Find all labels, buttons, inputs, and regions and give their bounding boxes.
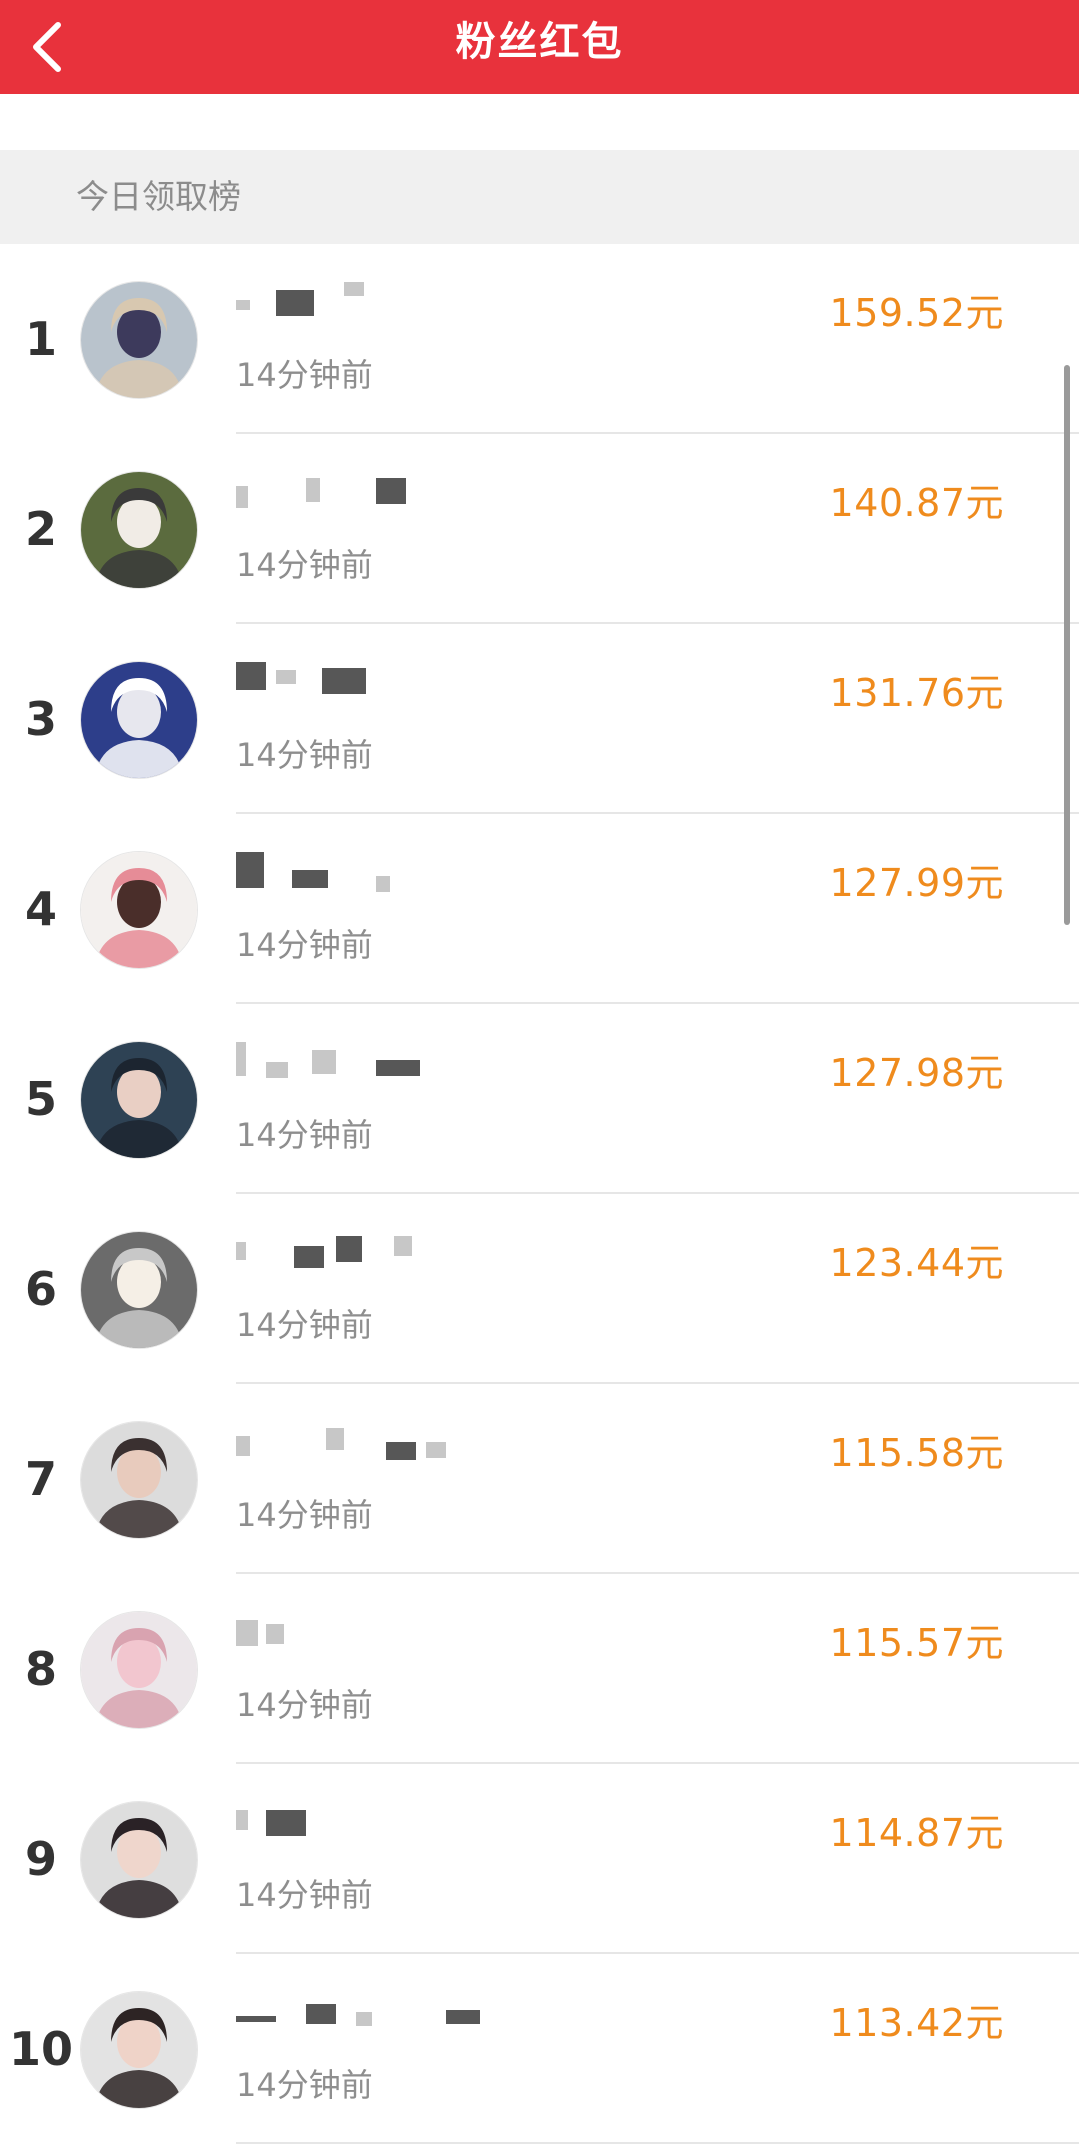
app-header: 粉丝红包 bbox=[0, 0, 1079, 94]
time-label: 14分钟前 bbox=[236, 736, 373, 774]
username-pixelated bbox=[236, 852, 536, 902]
list-item[interactable]: 5 14分钟前 127.98元 bbox=[0, 1004, 1079, 1194]
rank-number: 3 bbox=[24, 692, 57, 746]
username-pixelated bbox=[236, 472, 536, 522]
avatar[interactable] bbox=[80, 1801, 198, 1919]
time-label: 14分钟前 bbox=[236, 2066, 373, 2104]
amount: 127.98元 bbox=[829, 1051, 1004, 1095]
list-item[interactable]: 9 14分钟前 114.87元 bbox=[0, 1764, 1079, 1954]
amount: 140.87元 bbox=[829, 481, 1004, 525]
avatar[interactable] bbox=[80, 1041, 198, 1159]
avatar[interactable] bbox=[80, 1611, 198, 1729]
time-label: 14分钟前 bbox=[236, 546, 373, 584]
avatar[interactable] bbox=[80, 661, 198, 779]
rank-number: 5 bbox=[24, 1072, 57, 1126]
avatar[interactable] bbox=[80, 1991, 198, 2109]
time-label: 14分钟前 bbox=[236, 1306, 373, 1344]
ranking-list: 1 14分钟前 159.52元 2 14分钟前 140.87元 3 14分钟前 131.76元 4… bbox=[0, 244, 1079, 2144]
list-item[interactable]: 2 14分钟前 140.87元 bbox=[0, 434, 1079, 624]
amount: 113.42元 bbox=[829, 2001, 1004, 2045]
amount: 114.87元 bbox=[829, 1811, 1004, 1855]
list-item[interactable]: 1 14分钟前 159.52元 bbox=[0, 244, 1079, 434]
scrollbar[interactable] bbox=[1064, 365, 1070, 925]
avatar[interactable] bbox=[80, 471, 198, 589]
list-item[interactable]: 3 14分钟前 131.76元 bbox=[0, 624, 1079, 814]
avatar[interactable] bbox=[80, 281, 198, 399]
rank-number: 6 bbox=[24, 1262, 57, 1316]
amount: 159.52元 bbox=[829, 291, 1004, 335]
username-pixelated bbox=[236, 1042, 536, 1092]
username-pixelated bbox=[236, 662, 536, 712]
username-pixelated bbox=[236, 1992, 536, 2042]
avatar[interactable] bbox=[80, 1421, 198, 1539]
username-pixelated bbox=[236, 1422, 536, 1472]
section-title: 今日领取榜 bbox=[76, 177, 241, 216]
list-item[interactable]: 8 14分钟前 115.57元 bbox=[0, 1574, 1079, 1764]
list-item[interactable]: 6 14分钟前 123.44元 bbox=[0, 1194, 1079, 1384]
rank-number: 2 bbox=[24, 502, 57, 556]
rank-number: 1 bbox=[24, 312, 57, 366]
avatar[interactable] bbox=[80, 1231, 198, 1349]
rank-number: 8 bbox=[24, 1642, 57, 1696]
amount: 131.76元 bbox=[829, 671, 1004, 715]
time-label: 14分钟前 bbox=[236, 1496, 373, 1534]
time-label: 14分钟前 bbox=[236, 1876, 373, 1914]
amount: 123.44元 bbox=[829, 1241, 1004, 1285]
time-label: 14分钟前 bbox=[236, 1686, 373, 1724]
rank-number: 9 bbox=[24, 1832, 57, 1886]
time-label: 14分钟前 bbox=[236, 1116, 373, 1154]
username-pixelated bbox=[236, 282, 536, 332]
page-title: 粉丝红包 bbox=[455, 19, 624, 65]
username-pixelated bbox=[236, 1802, 536, 1852]
username-pixelated bbox=[236, 1232, 536, 1282]
amount: 115.57元 bbox=[829, 1621, 1004, 1665]
avatar[interactable] bbox=[80, 851, 198, 969]
section-header: 今日领取榜 bbox=[0, 150, 1079, 244]
amount: 115.58元 bbox=[829, 1431, 1004, 1475]
list-item[interactable]: 4 14分钟前 127.99元 bbox=[0, 814, 1079, 1004]
amount: 127.99元 bbox=[829, 861, 1004, 905]
list-item[interactable]: 7 14分钟前 115.58元 bbox=[0, 1384, 1079, 1574]
username-pixelated bbox=[236, 1612, 536, 1662]
rank-number: 7 bbox=[24, 1452, 57, 1506]
time-label: 14分钟前 bbox=[236, 926, 373, 964]
time-label: 14分钟前 bbox=[236, 356, 373, 394]
rank-number: 4 bbox=[24, 882, 57, 936]
